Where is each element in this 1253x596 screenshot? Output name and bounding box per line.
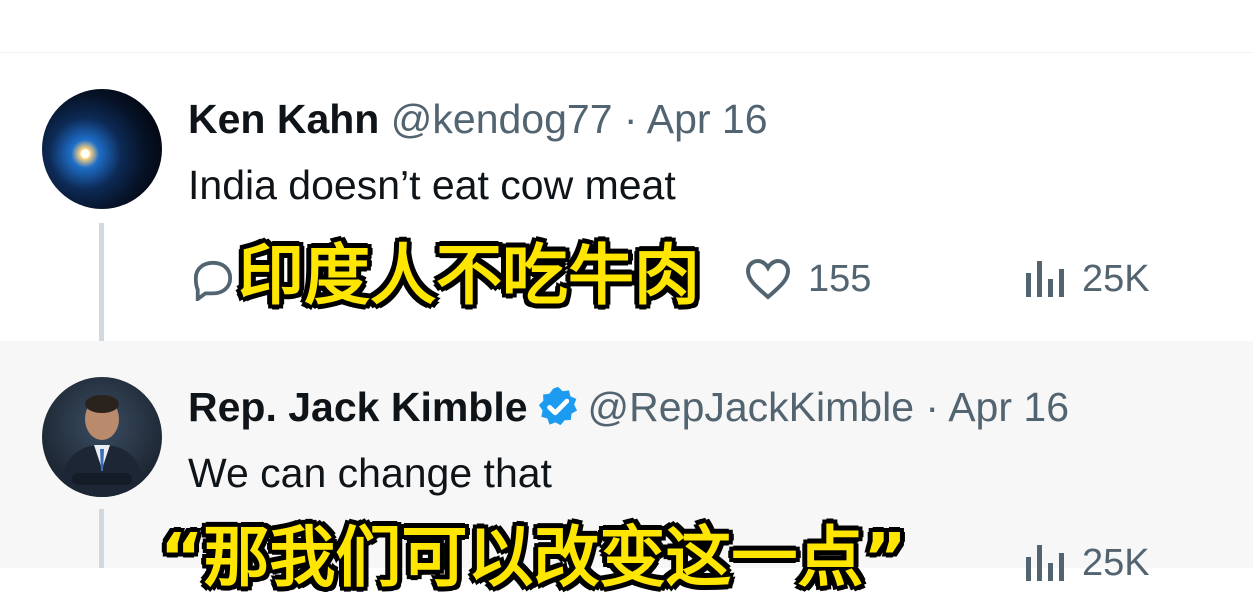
display-name[interactable]: Ken Kahn bbox=[188, 96, 379, 142]
tweet-date[interactable]: Apr 16 bbox=[948, 384, 1069, 430]
thread-connector bbox=[99, 223, 104, 341]
video-caption: 印度人不吃牛肉 bbox=[238, 237, 700, 314]
separator: · bbox=[623, 96, 638, 142]
verified-badge-icon bbox=[538, 387, 577, 426]
tweet-text: We can change that bbox=[188, 450, 552, 496]
like-count: 155 bbox=[808, 257, 872, 300]
views-count: 25K bbox=[1082, 541, 1150, 584]
user-handle[interactable]: @kendog77 bbox=[391, 96, 613, 142]
separator: · bbox=[925, 384, 940, 430]
video-caption: “那我们可以改变这一点” bbox=[160, 519, 907, 596]
thread-connector bbox=[99, 509, 104, 568]
top-bar bbox=[0, 0, 1253, 53]
user-handle[interactable]: @RepJackKimble bbox=[588, 384, 914, 430]
tweet-date[interactable]: Apr 16 bbox=[647, 96, 768, 142]
tweet-text: India doesn’t eat cow meat bbox=[188, 162, 676, 208]
display-name[interactable]: Rep. Jack Kimble bbox=[188, 384, 528, 430]
views-count: 25K bbox=[1082, 257, 1150, 300]
person-portrait-icon bbox=[56, 395, 148, 497]
tweet-ken-kahn[interactable]: Ken Kahn @kendog77 · Apr 16 India doesn’… bbox=[0, 53, 1253, 341]
avatar[interactable] bbox=[42, 89, 162, 209]
views-button[interactable]: 25K bbox=[1022, 541, 1150, 585]
analytics-icon bbox=[1026, 261, 1064, 297]
tweet-rep-jack-kimble[interactable]: Rep. Jack Kimble @RepJackKimble · Apr 16 … bbox=[0, 341, 1253, 595]
analytics-icon bbox=[1026, 545, 1064, 581]
reply-button[interactable] bbox=[190, 259, 236, 301]
avatar[interactable] bbox=[42, 377, 162, 497]
tweet-header: Ken Kahn @kendog77 · Apr 16 bbox=[188, 95, 768, 143]
views-button[interactable]: 25K bbox=[1022, 257, 1150, 301]
heart-icon bbox=[745, 258, 791, 300]
tweet-header: Rep. Jack Kimble @RepJackKimble · Apr 16 bbox=[188, 383, 1069, 435]
like-button[interactable]: 155 bbox=[744, 257, 871, 301]
reply-icon bbox=[193, 260, 233, 301]
